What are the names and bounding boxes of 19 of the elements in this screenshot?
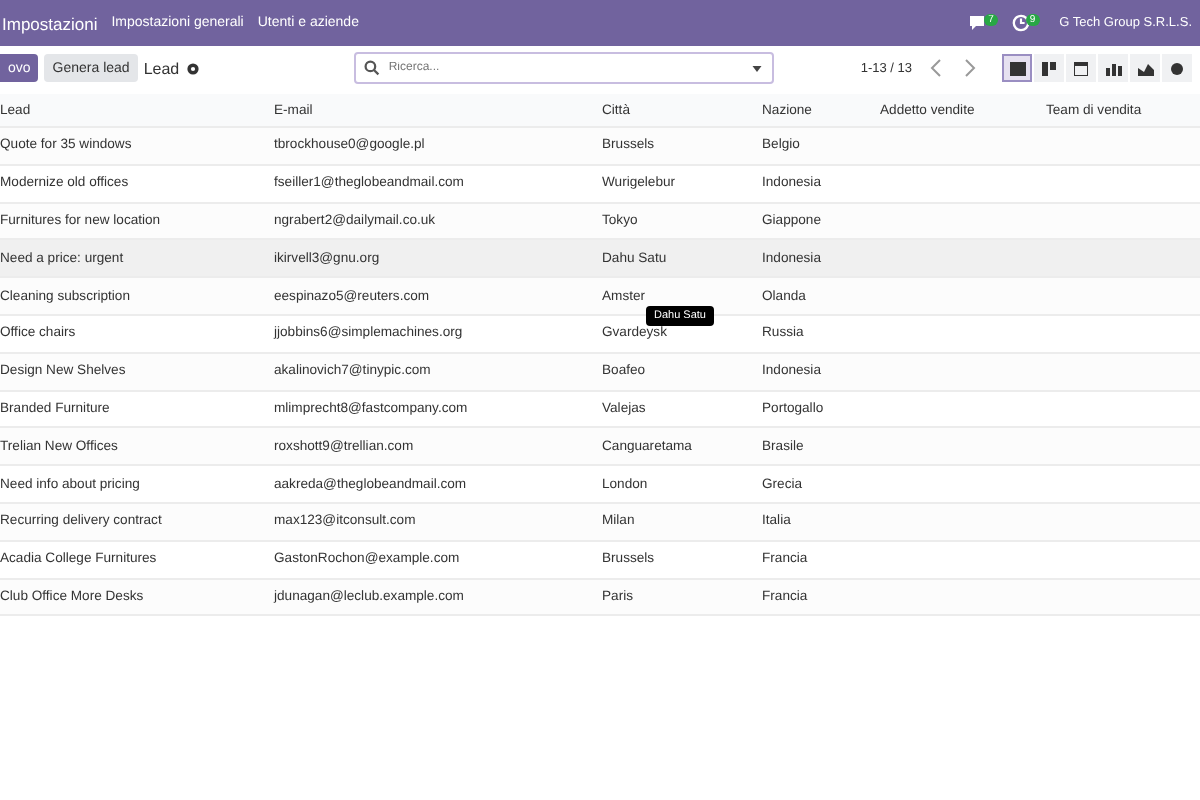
previous-icon[interactable] <box>930 58 942 78</box>
view-button[interactable] <box>1066 54 1096 82</box>
area-chart-icon <box>1137 61 1153 75</box>
kanban-icon <box>1041 61 1057 75</box>
search-icon <box>364 60 381 76</box>
gear-icon[interactable] <box>185 61 200 75</box>
next-icon[interactable] <box>964 58 976 78</box>
view-button[interactable] <box>1162 54 1192 82</box>
view-button[interactable] <box>1034 54 1064 82</box>
view-button[interactable] <box>1002 54 1032 82</box>
calendar-icon <box>1074 61 1088 75</box>
view-button[interactable] <box>1130 54 1160 82</box>
breadcrumb: Lead <box>143 59 180 77</box>
app-name[interactable]: Impostazioni <box>2 13 98 33</box>
caret-icon[interactable] <box>752 65 763 71</box>
view-button[interactable] <box>1098 54 1128 82</box>
bar-chart-icon <box>1105 61 1121 75</box>
chat-icon[interactable] <box>968 14 989 32</box>
list-icon <box>1009 61 1025 75</box>
